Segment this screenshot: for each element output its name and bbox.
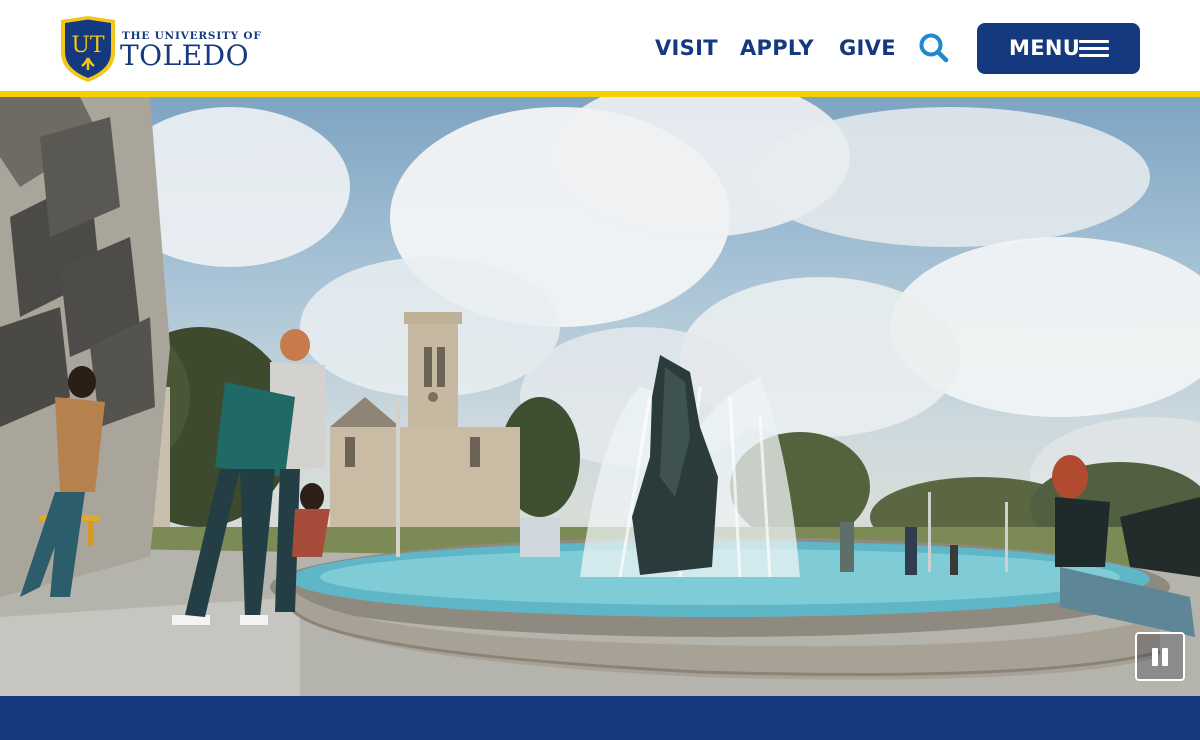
logo-monogram: UT xyxy=(71,33,105,58)
search-icon xyxy=(919,33,949,63)
menu-label: MENU xyxy=(1009,36,1081,60)
hero-video xyxy=(0,97,1200,696)
hamburger-icon xyxy=(1079,39,1109,59)
nav-visit-link[interactable]: VISIT xyxy=(655,36,718,60)
pause-icon-bar xyxy=(1152,648,1158,666)
university-logo[interactable]: UT THE UNIVERSITY OF TOLEDO xyxy=(58,16,261,82)
menu-button[interactable]: MENU xyxy=(977,23,1140,74)
logo-line-2: TOLEDO xyxy=(120,39,250,72)
blue-content-band xyxy=(0,696,1200,740)
header-accent-bar xyxy=(0,91,1200,97)
search-button[interactable] xyxy=(918,32,950,64)
nav-give-link[interactable]: GIVE xyxy=(839,36,896,60)
site-header: UT THE UNIVERSITY OF TOLEDO VISIT APPLY … xyxy=(0,0,1200,92)
pause-video-button[interactable] xyxy=(1135,632,1185,681)
ut-shield-icon: UT xyxy=(61,16,115,82)
hero-scene-image xyxy=(0,97,1200,696)
pause-icon-bar xyxy=(1162,648,1168,666)
nav-apply-link[interactable]: APPLY xyxy=(740,36,814,60)
